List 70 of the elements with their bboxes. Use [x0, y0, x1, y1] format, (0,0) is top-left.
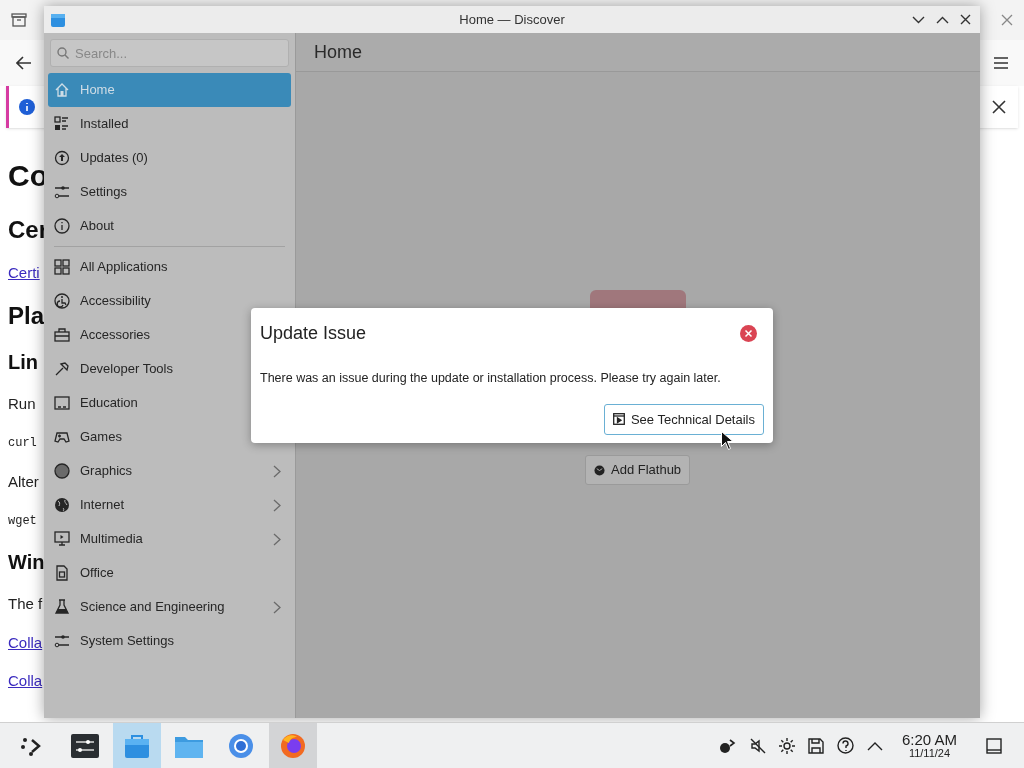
- settings-app-icon: [71, 733, 99, 758]
- document-icon: [54, 565, 70, 581]
- app-icon: [50, 11, 66, 28]
- sidebar-item[interactable]: Accessibility: [48, 284, 291, 318]
- accessibility-icon: [54, 293, 70, 309]
- monitor-icon: [54, 531, 70, 547]
- link[interactable]: Colla: [8, 662, 43, 700]
- window-title: Home — Discover: [458, 10, 566, 29]
- list-icon: [54, 116, 70, 132]
- sidebar-item[interactable]: All Applications: [48, 250, 291, 284]
- chevron-up-icon[interactable]: [866, 740, 883, 751]
- page-heading: Win: [8, 550, 45, 575]
- code-text: curl: [8, 435, 37, 452]
- toolbox-icon: [54, 327, 70, 343]
- gamepad-icon: [54, 429, 70, 445]
- maximize-icon[interactable]: [936, 15, 949, 24]
- paragraph-text: The f: [8, 594, 43, 614]
- paragraph-text: Run: [8, 394, 36, 414]
- sidebar-item[interactable]: Graphics: [48, 454, 291, 488]
- page-title: Home: [314, 40, 362, 64]
- flask-icon: [54, 599, 70, 615]
- search-icon: [57, 47, 69, 59]
- home-icon: [54, 82, 70, 98]
- menu-icon[interactable]: [994, 57, 1008, 69]
- muted-speaker-icon[interactable]: [749, 737, 766, 754]
- clock-time[interactable]: 6:20 AM: [901, 732, 957, 747]
- details-button[interactable]: See Technical Details: [603, 403, 764, 435]
- sidebar-item[interactable]: Installed: [48, 107, 291, 141]
- sidebar-item[interactable]: Internet: [48, 488, 291, 522]
- dialog-message: There was an issue during the update or installation process. Please try again later.: [260, 370, 722, 387]
- show-desktop-icon[interactable]: [986, 737, 1002, 754]
- sidebar-item[interactable]: About: [48, 209, 291, 243]
- play-window-icon: [612, 413, 625, 426]
- back-arrow-icon[interactable]: [16, 56, 32, 70]
- globe-icon: [54, 497, 70, 513]
- clock-date[interactable]: 11/11/24: [908, 748, 951, 759]
- close-icon[interactable]: [960, 14, 971, 25]
- search-field[interactable]: Search...: [50, 39, 289, 67]
- update-icon: [54, 150, 70, 166]
- hammer-icon: [54, 361, 70, 377]
- sidebar-item[interactable]: System Settings: [48, 624, 291, 658]
- add-button[interactable]: Add Flathub: [585, 455, 691, 485]
- sidebar-item[interactable]: Science and Engineering: [48, 590, 291, 624]
- network-icon[interactable]: [718, 736, 737, 755]
- sidebar-item[interactable]: Multimedia: [48, 522, 291, 556]
- link[interactable]: Colla: [8, 624, 43, 662]
- sidebar-item[interactable]: Settings: [48, 175, 291, 209]
- page-heading: Pla: [8, 301, 45, 331]
- sliders-icon: [54, 633, 70, 649]
- sidebar-item[interactable]: Updates (0): [48, 141, 291, 175]
- sliders-icon: [54, 184, 70, 200]
- shopping-bag-icon: [123, 733, 151, 758]
- grid-icon: [54, 259, 70, 275]
- close-icon[interactable]: [992, 100, 1006, 114]
- chromium-icon: [227, 733, 255, 758]
- help-icon[interactable]: [836, 737, 854, 754]
- dialog-title: Update Issue: [260, 322, 367, 345]
- info-icon: [19, 99, 35, 115]
- page-heading: Cer: [8, 215, 49, 245]
- sidebar-item[interactable]: Office: [48, 556, 291, 590]
- brightness-icon[interactable]: [778, 737, 795, 754]
- firefox-icon: [279, 733, 307, 758]
- page-heading: Lin: [8, 350, 38, 375]
- board-icon: [54, 395, 70, 411]
- paragraph-text: Alter: [8, 472, 39, 492]
- tab-list-icon[interactable]: [11, 13, 27, 27]
- info-icon: [54, 218, 70, 234]
- minimize-icon[interactable]: [912, 15, 925, 24]
- code-text: wget: [8, 513, 37, 530]
- link[interactable]: Certi: [8, 254, 40, 292]
